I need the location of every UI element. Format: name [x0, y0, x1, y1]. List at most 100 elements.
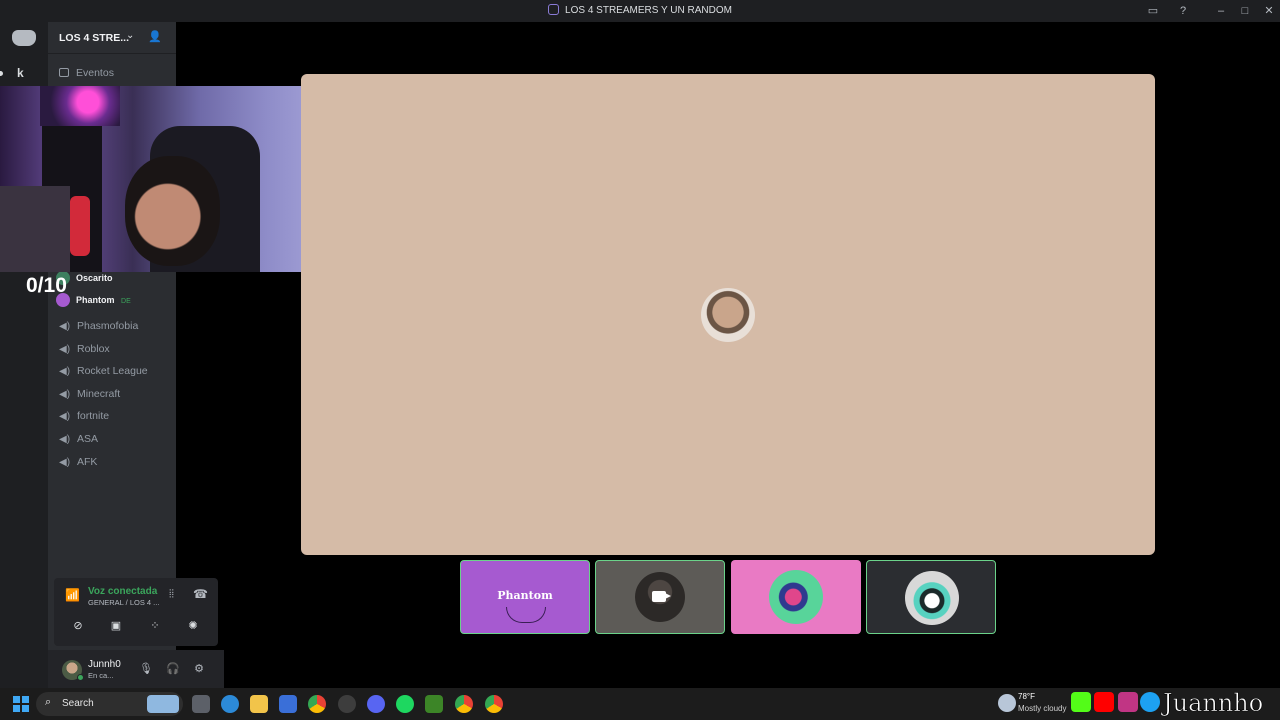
share-screen-button[interactable]: ▣ — [102, 616, 130, 636]
user-panel: Junnh0 En ca... 🎙 🎧 ⚙ — [48, 650, 224, 688]
calendar-icon — [59, 68, 69, 77]
camera-icon — [652, 591, 671, 602]
channel-rocket-league[interactable]: ◀) Rocket League — [59, 362, 169, 380]
windows-taskbar: ⌕ Search 78°F Mostly cloudy Juannho — [0, 688, 1280, 720]
microphone-icon[interactable]: 🎙 — [138, 661, 154, 677]
chrome-icon[interactable] — [485, 695, 503, 713]
channel-label: Phasmofobia — [77, 320, 139, 332]
voice-channel-name[interactable]: GENERAL / LOS 4 ... — [88, 598, 159, 607]
search-highlight-icon — [147, 695, 179, 713]
speaker-icon: ◀) — [59, 344, 71, 355]
channel-roblox[interactable]: ◀) Roblox — [59, 340, 169, 358]
channel-label: ASA — [77, 433, 99, 445]
chrome-icon[interactable] — [308, 695, 326, 713]
webcam-streamer — [125, 156, 220, 266]
window-title-text: LOS 4 STREAMERS Y UN RANDOM — [565, 5, 732, 16]
webcam-microphone — [70, 196, 90, 256]
weather-temp: 78°F — [1018, 692, 1035, 701]
edge-icon[interactable] — [221, 695, 239, 713]
window-title: LOS 4 STREAMERS Y UN RANDOM — [0, 0, 1280, 22]
events-label: Eventos — [76, 67, 114, 79]
overlay-counter: 0/10 — [26, 274, 67, 297]
voice-user-name: Phantom — [76, 295, 115, 305]
channel-label: Roblox — [77, 343, 110, 355]
channel-fortnite[interactable]: ◀) fortnite — [59, 407, 169, 425]
speaker-icon: ◀) — [59, 457, 71, 468]
window-titlebar: LOS 4 STREAMERS Y UN RANDOM ▭ ? – □ ✕ — [0, 0, 1280, 22]
avatar[interactable] — [62, 660, 84, 681]
channel-phasmofobia[interactable]: ◀) Phasmofobia — [59, 317, 169, 335]
speaker-icon: ◀) — [59, 321, 71, 332]
weather-icon[interactable] — [998, 694, 1016, 712]
help-icon[interactable]: ? — [1172, 0, 1194, 22]
channel-minecraft[interactable]: ◀) Minecraft — [59, 385, 169, 403]
participant-tile[interactable] — [731, 560, 861, 634]
voice-stage[interactable] — [301, 74, 1155, 555]
discord-icon[interactable] — [367, 695, 385, 713]
participant-logo — [506, 607, 546, 623]
kick-icon — [1071, 692, 1091, 712]
speaker-icon: ◀) — [59, 366, 71, 377]
invite-people-icon[interactable]: 👤 — [148, 30, 162, 43]
screen-share-icon[interactable]: ▭ — [1142, 0, 1164, 22]
user-status: En ca... — [88, 671, 114, 680]
spotify-icon[interactable] — [396, 695, 414, 713]
chrome-icon[interactable] — [455, 695, 473, 713]
activities-button[interactable]: ⁘ — [141, 616, 169, 636]
online-status-icon — [77, 674, 84, 681]
participant-label: Phantom — [497, 589, 553, 602]
signal-icon[interactable]: 📶 — [65, 588, 80, 602]
noise-suppression-icon[interactable]: ⦙⦙ — [169, 588, 174, 601]
chevron-down-icon: ⌄ — [126, 30, 135, 41]
headphones-icon[interactable]: 🎧 — [165, 661, 181, 677]
username[interactable]: Junnh0 — [88, 659, 121, 670]
speaker-icon: ◀) — [59, 389, 71, 400]
minimize-button[interactable]: – — [1210, 0, 1232, 22]
voice-connection-panel: 📶 Voz conectada GENERAL / LOS 4 ... ⦙⦙ ☎… — [54, 578, 218, 646]
youtube-icon — [1094, 692, 1114, 712]
avatar — [905, 571, 959, 625]
server-header[interactable]: LOS 4 STRE... ⌄ 👤 — [48, 22, 176, 54]
file-explorer-icon[interactable] — [250, 695, 268, 713]
voice-user-phantom[interactable]: Phantom DE — [56, 293, 131, 307]
webcam-shelf — [40, 86, 120, 126]
soundboard-button[interactable]: ✺ — [179, 616, 207, 636]
twitter-icon — [1140, 692, 1160, 712]
discord-home-icon[interactable] — [12, 30, 36, 46]
channel-label: AFK — [77, 456, 98, 468]
channel-label: Rocket League — [77, 365, 148, 377]
voice-user-oscarito[interactable]: Oscarito — [56, 271, 113, 285]
gear-icon[interactable]: ⚙ — [191, 661, 207, 677]
channel-asa[interactable]: ◀) ASA — [59, 430, 169, 448]
camera-off-button[interactable]: ⊘ — [64, 616, 92, 636]
streamer-webcam-overlay — [0, 86, 332, 272]
unread-indicator — [0, 71, 3, 76]
stream-brand: Juannho — [1163, 689, 1264, 718]
disconnect-icon[interactable]: ☎ — [193, 587, 208, 601]
speaker-icon: ◀) — [59, 434, 71, 445]
taskbar-search[interactable]: ⌕ Search — [36, 692, 183, 716]
instagram-icon — [1118, 692, 1138, 712]
windows-start-icon[interactable] — [13, 696, 29, 712]
voice-user-name: Oscarito — [76, 273, 113, 283]
minecraft-icon[interactable] — [425, 695, 443, 713]
store-icon[interactable] — [279, 695, 297, 713]
participant-tile[interactable] — [595, 560, 725, 634]
server-icon-k[interactable]: k — [17, 66, 24, 80]
server-logo-icon — [548, 4, 560, 15]
participant-tile[interactable] — [866, 560, 996, 634]
channel-afk[interactable]: ◀) AFK — [59, 453, 169, 471]
weather-description: Mostly cloudy — [1018, 704, 1067, 713]
participant-tile[interactable]: Phantom — [460, 560, 590, 634]
maximize-button[interactable]: □ — [1234, 0, 1256, 22]
avatar[interactable] — [701, 288, 755, 342]
events-item[interactable]: Eventos — [59, 67, 114, 79]
search-icon: ⌕ — [45, 696, 52, 708]
voice-status[interactable]: Voz conectada — [88, 586, 157, 597]
channel-label: fortnite — [77, 410, 110, 422]
close-button[interactable]: ✕ — [1258, 0, 1280, 22]
speaker-icon: ◀) — [59, 411, 71, 422]
task-view-icon[interactable] — [192, 695, 210, 713]
obs-icon[interactable] — [338, 695, 356, 713]
channel-label: Minecraft — [77, 388, 121, 400]
